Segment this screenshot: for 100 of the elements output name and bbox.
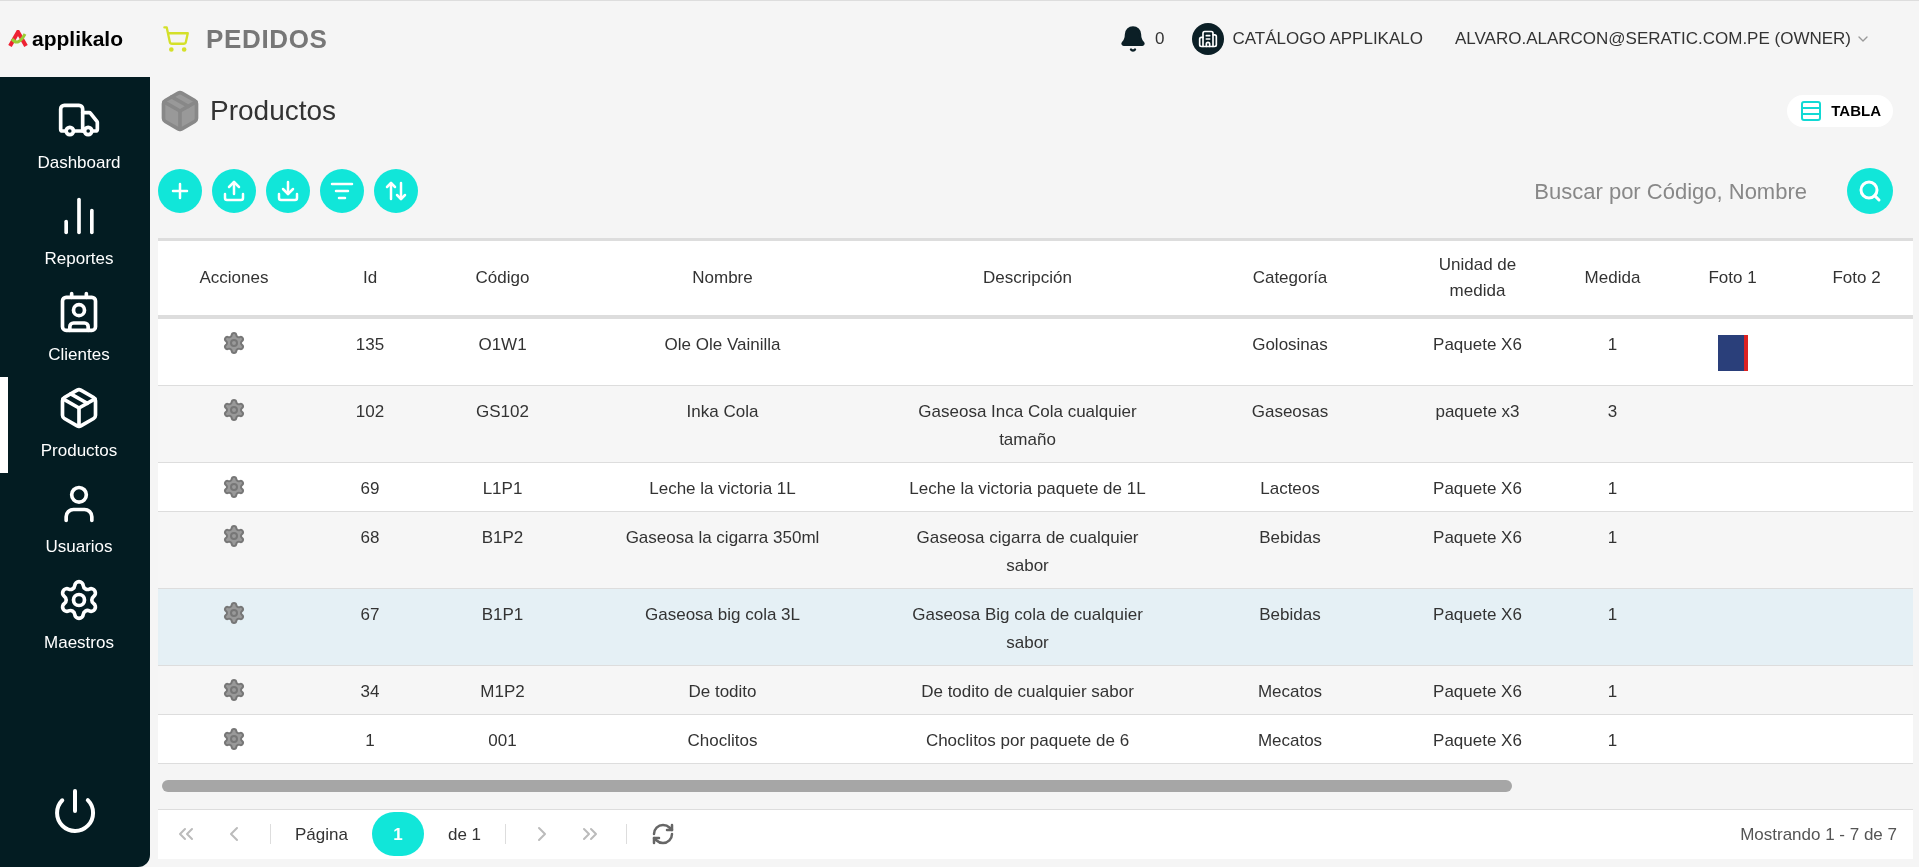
table-cell: B1P1 [481,604,524,624]
table-cell: Golosinas [1252,334,1328,354]
table-cell: Lacteos [1260,478,1320,498]
table-cell: Inka Cola [686,401,759,421]
table-cell: Ole Ole Vainilla [664,334,781,354]
sidebar-item[interactable]: Productos [0,377,150,473]
column-header: Id [362,267,378,290]
gear-icon[interactable] [222,397,246,422]
table-cell: M1P2 [480,681,525,701]
cart-icon [162,25,190,53]
table-cell: 1 [365,730,375,750]
table-cell: Mecatos [1257,730,1323,750]
sort-button[interactable] [374,169,418,214]
sidebar-item[interactable]: Clientes [0,281,150,377]
results-summary: Mostrando 1 - 7 de 7 [1740,823,1897,846]
table-row[interactable]: 102 GS102 Inka Cola Gaseosa Inca Cola cualquier tamaño Gaseosas paquete x3 3 [158,385,1913,463]
table-cell: Leche la victoria paquete de 1L [909,478,1146,498]
column-header: Acciones [199,267,269,290]
column-header: Código [475,267,530,290]
table-cell: Paquete X6 [1433,604,1522,624]
search-field[interactable]: Buscar por Código, Nombre [1477,174,1807,208]
table-cell: Paquete X6 [1433,527,1522,547]
table-cell: Leche la victoria 1L [649,478,796,498]
table-row[interactable]: 34 M1P2 De todito De todito de cualquier sabor Mecatos Paquete X6 1 [158,665,1913,715]
search-icon [1858,179,1882,204]
sidebar-item[interactable]: Dashboard [0,89,150,185]
scrollbar-thumb[interactable] [162,780,1512,793]
table-cell: De todito [688,681,757,701]
table-cell: Mecatos [1257,681,1323,701]
gear-icon[interactable] [222,330,246,355]
page-label: Página [295,823,348,846]
table-cell: Gaseosa Inca Cola cualquier tamaño [918,401,1137,449]
table-cell: 68 [360,527,380,547]
table-cell: 1 [1607,681,1618,701]
table-cell: Paquete X6 [1433,730,1522,750]
table-cell: Choclitos [687,730,758,750]
gear-icon[interactable] [222,600,246,625]
table-cell: Bebidas [1259,604,1321,624]
add-button[interactable] [158,169,202,214]
column-header: Medida [1584,267,1641,290]
table-cell: 1 [1607,730,1618,750]
table-cell: B1P2 [481,527,524,547]
table-cell: Gaseosas [1251,401,1329,421]
user-menu[interactable]: ALVARO.ALARCON@SERATIC.COM.PE (OWNER) [1454,26,1871,52]
table-cell: 67 [360,604,380,624]
column-header: Descripción [983,267,1072,290]
table-cell: O1W1 [478,334,527,354]
filter-button[interactable] [320,169,364,214]
sidebar-item[interactable]: Reportes [0,185,150,281]
table-row[interactable]: 68 B1P2 Gaseosa la cigarra 350ml Gaseosa cigarra de cualquier sabor Bebidas Paquete X6 1 [158,511,1913,589]
table-cell: Gaseosa la cigarra 350ml [625,527,820,547]
table-icon [1799,98,1824,123]
gear-icon[interactable] [222,726,246,751]
column-header: Nombre [692,267,753,290]
logo-text: applikalo [32,26,124,53]
table-cell: 1 [1607,478,1618,498]
table-cell: Gaseosa big cola 3L [645,604,800,624]
table-cell: 1 [1607,334,1618,354]
table-cell: GS102 [476,401,529,421]
column-header: Foto 1 [1708,267,1757,290]
column-header: Categoría [1252,267,1328,290]
page-title: Productos [210,93,337,128]
upload-icon [222,179,246,204]
notification-count: 0 [1154,28,1165,51]
bell-icon[interactable] [1118,25,1147,53]
gear-icon[interactable] [222,677,246,702]
table-cell: Choclitos por paquete de 6 [925,730,1130,750]
table-cell: 1 [1607,604,1618,624]
table-cell: Paquete X6 [1433,334,1522,354]
table-cell: 69 [360,478,380,498]
table-cell: L1P1 [482,478,523,498]
table-cell: Paquete X6 [1433,478,1522,498]
sidebar-item[interactable]: Usuarios [0,473,150,569]
download-button[interactable] [266,169,310,214]
table-cell: De todito de cualquier sabor [921,681,1134,701]
table-cell: 102 [355,401,385,421]
column-header: Unidad de medida [1437,254,1518,302]
page-count: de 1 [447,823,482,846]
table-cell: 135 [355,334,385,354]
module-title: PEDIDOS [206,22,328,56]
table-cell: Bebidas [1259,527,1321,547]
column-header: Foto 2 [1832,267,1881,290]
table-cell: Gaseosa cigarra de cualquier sabor [916,527,1139,575]
table-cell: Paquete X6 [1433,681,1522,701]
download-icon [276,179,300,204]
logo-icon [8,30,28,48]
upload-button[interactable] [212,169,256,214]
table-row[interactable]: 67 B1P1 Gaseosa big cola 3L Gaseosa Big cola de cualquier sabor Bebidas Paquete X6 1 [158,588,1913,666]
refresh-icon[interactable] [651,822,676,847]
table-cell: paquete x3 [1435,401,1520,421]
sidebar-item[interactable]: Maestros [0,569,150,665]
table-cell: 1 [1607,527,1618,547]
table-cell: 3 [1607,401,1618,421]
gear-icon[interactable] [222,474,246,499]
gear-icon[interactable] [222,523,246,548]
table-cell: 001 [488,730,517,750]
catalog-link[interactable]: CATÁLOGO APPLIKALO [1232,26,1423,52]
table-view-toggle[interactable]: TABLA [1787,94,1893,127]
table-cell: 34 [360,681,380,701]
search-button[interactable] [1847,168,1893,215]
